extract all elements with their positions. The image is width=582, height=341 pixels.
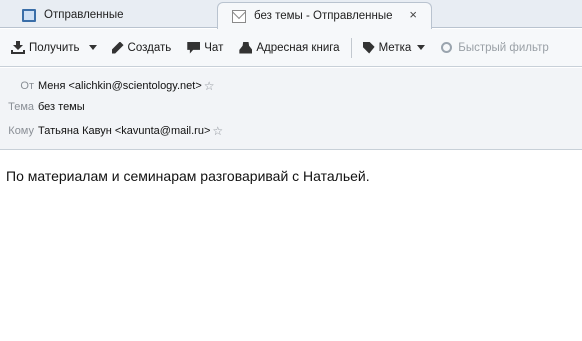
subject-row: Тема без темы	[0, 101, 85, 113]
tag-button[interactable]: Метка	[358, 36, 431, 60]
quick-filter-label: Быстрый фильтр	[458, 41, 549, 54]
quick-filter-button[interactable]: Быстрый фильтр	[436, 36, 553, 60]
tab-message[interactable]: без темы - Отправленные ×	[217, 2, 432, 29]
toolbar-separator	[350, 37, 352, 58]
toolbar: Получить Создать Чат Адресная книга Метк…	[0, 29, 582, 67]
get-messages-button[interactable]: Получить	[6, 36, 85, 60]
get-messages-dropdown[interactable]	[85, 36, 101, 60]
download-icon	[11, 41, 25, 54]
compose-label: Создать	[127, 41, 172, 54]
tag-label: Метка	[378, 41, 412, 54]
address-book-label: Адресная книга	[256, 41, 340, 54]
chevron-down-icon	[417, 45, 426, 50]
chat-label: Чат	[204, 41, 224, 54]
tab-bar: Отправленные без темы - Отправленные ×	[0, 0, 582, 29]
address-book-icon	[239, 41, 253, 54]
message-body: По материалам и семинарам разговаривай с…	[6, 168, 370, 184]
star-icon[interactable]: ☆	[212, 124, 223, 138]
to-value[interactable]: Татьяна Кавун <kavunta@mail.ru>	[38, 125, 210, 137]
star-icon[interactable]: ☆	[204, 79, 215, 93]
compose-button[interactable]: Создать	[107, 36, 177, 60]
address-book-button[interactable]: Адресная книга	[234, 36, 344, 60]
chevron-down-icon	[88, 45, 97, 50]
chat-button[interactable]: Чат	[182, 36, 228, 60]
pencil-icon	[111, 41, 124, 54]
message-header: От Меня <alichkin@scientology.net> ☆ Тем…	[0, 68, 582, 150]
close-icon[interactable]: ×	[409, 7, 417, 22]
mail-icon	[232, 9, 246, 23]
from-row: От Меня <alichkin@scientology.net> ☆	[0, 79, 215, 93]
search-icon	[441, 42, 453, 53]
folder-icon	[22, 8, 36, 22]
tab-sent-folder[interactable]: Отправленные	[0, 2, 215, 28]
to-label: Кому	[8, 125, 34, 137]
chat-icon	[187, 41, 201, 54]
tab-label: Отправленные	[44, 9, 124, 21]
from-label: От	[20, 80, 34, 92]
get-messages-label: Получить	[29, 41, 80, 54]
to-row: Кому Татьяна Кавун <kavunta@mail.ru> ☆	[0, 124, 223, 138]
subject-label: Тема	[8, 101, 34, 113]
from-value[interactable]: Меня <alichkin@scientology.net>	[38, 80, 202, 92]
tag-icon	[362, 41, 375, 54]
subject-value: без темы	[38, 101, 85, 113]
tab-label: без темы - Отправленные	[254, 10, 393, 22]
